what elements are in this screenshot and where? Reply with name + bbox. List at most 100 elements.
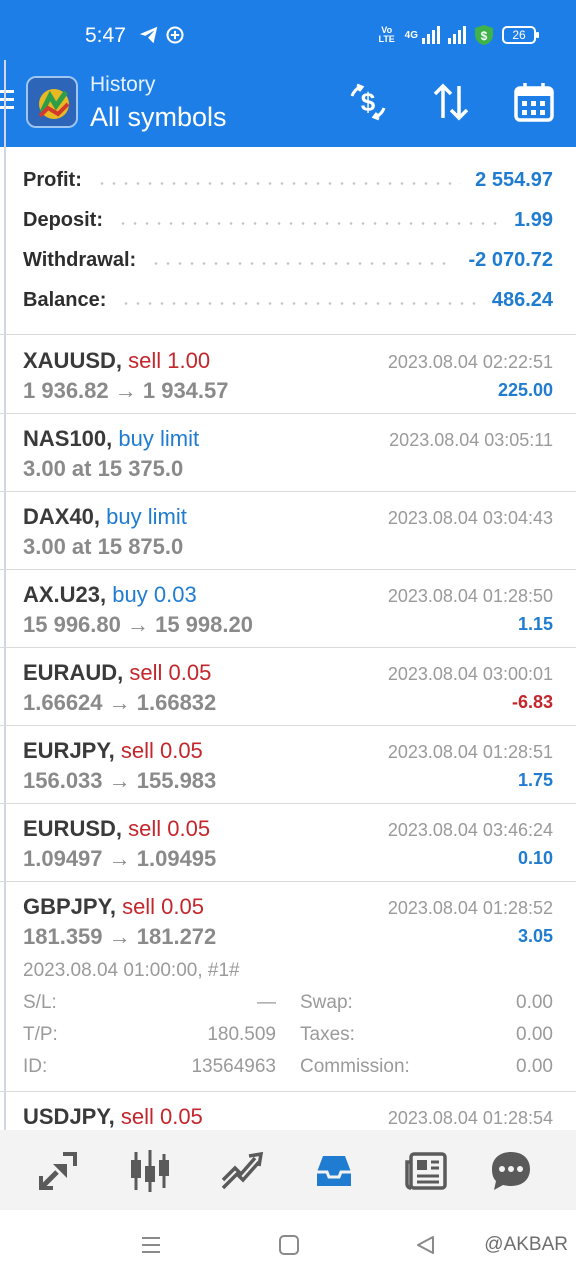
- telegram-icon: [139, 26, 158, 44]
- trade-action: sell 1.00: [128, 348, 211, 373]
- trade-row[interactable]: EURJPY, sell 0.05 156.033 → 155.983 2023.0…: [0, 726, 576, 804]
- open-info: 2023.08.04 01:00:00, #1#: [23, 960, 240, 981]
- recent-apps-icon[interactable]: [140, 1234, 162, 1256]
- trade-action: sell 0.05: [120, 738, 203, 763]
- swap-value: 0.00: [516, 992, 553, 1013]
- trade-prices: 3.00 at 15 875.0: [23, 534, 184, 559]
- trade-action: sell 0.05: [128, 816, 211, 841]
- trade-action: buy limit: [106, 504, 187, 529]
- trade-time: 2023.08.04 01:28:52: [387, 898, 553, 918]
- withdrawal-value: -2 070.72: [468, 248, 553, 271]
- summary-profit-row: Profit: 2 554.97: [0, 160, 576, 200]
- taxes-label: Taxes:: [300, 1024, 355, 1045]
- trade-time: 2023.08.04 03:05:11: [389, 430, 553, 450]
- balance-label: Balance:: [23, 288, 107, 311]
- trade-action: buy 0.03: [112, 582, 197, 607]
- deposit-label: Deposit:: [23, 208, 103, 231]
- trade-prices: 181.359 → 181.272: [23, 924, 217, 949]
- dotted-leader: [120, 301, 478, 305]
- trade-header: EURAUD, sell 0.05: [23, 660, 211, 686]
- trade-symbol: AX.U23,: [23, 582, 107, 607]
- trade-prices: 156.033 → 155.983: [23, 768, 217, 793]
- sort-icon[interactable]: [429, 80, 473, 124]
- trade-profit: 225.00: [497, 380, 553, 400]
- id-value: 13564963: [191, 1056, 276, 1077]
- trade-symbol: NAS100,: [23, 426, 113, 451]
- trade-profit: 1.15: [517, 614, 553, 634]
- profit-value: 2 554.97: [475, 168, 553, 191]
- back-icon[interactable]: [414, 1234, 436, 1256]
- trade-list: XAUUSD, sell 1.00 1 936.82 → 1 934.57 2023…: [0, 336, 576, 1142]
- menu-icon[interactable]: [0, 90, 16, 116]
- trade-row[interactable]: AX.U23, buy 0.03 15 996.80 → 15 998.20 202…: [0, 570, 576, 648]
- trade-icon[interactable]: [219, 1148, 265, 1194]
- trade-symbol: GBPJPY,: [23, 894, 116, 919]
- trade-header: GBPJPY, sell 0.05: [23, 894, 204, 920]
- trade-prices: 1.66624 → 1.66832: [23, 690, 217, 715]
- quotes-icon[interactable]: [35, 1148, 81, 1194]
- trade-prices: 15 996.80 → 15 998.20: [23, 612, 253, 637]
- trade-row[interactable]: EURUSD, sell 0.05 1.09497 → 1.09495 2023.0…: [0, 804, 576, 882]
- trade-time: 2023.08.04 01:28:54: [387, 1108, 553, 1128]
- status-bar: 5:47 Vo LTE 4G $ 26: [0, 0, 576, 60]
- trade-header: DAX40, buy limit: [23, 504, 187, 530]
- top-bar: 5:47 Vo LTE 4G $ 26 History All symbols …: [0, 0, 576, 147]
- trade-row-expanded[interactable]: GBPJPY, sell 0.05 181.359 → 181.272 2023…: [0, 882, 576, 1092]
- chart-icon[interactable]: [127, 1148, 173, 1194]
- bottom-navigation: [0, 1130, 576, 1210]
- trade-row[interactable]: DAX40, buy limit 3.00 at 15 875.0 2023.08.…: [0, 492, 576, 570]
- trade-header: NAS100, buy limit: [23, 426, 199, 452]
- trade-profit: 1.75: [517, 770, 553, 790]
- signal-app-icon: [166, 26, 184, 44]
- calendar-icon[interactable]: [512, 80, 556, 124]
- history-icon[interactable]: [311, 1148, 357, 1194]
- signal-bars-icon: [422, 26, 440, 44]
- withdrawal-label: Withdrawal:: [23, 248, 137, 271]
- news-icon[interactable]: [403, 1148, 449, 1194]
- currency-exchange-icon[interactable]: $: [346, 80, 390, 124]
- watermark: @AKBAR: [484, 1234, 568, 1255]
- summary-balance-row: Balance: 486.24: [0, 280, 576, 320]
- trade-action: buy limit: [118, 426, 200, 451]
- trade-symbol: EURJPY,: [23, 738, 115, 763]
- status-time: 5:47: [85, 24, 126, 47]
- trade-symbol: XAUUSD,: [23, 348, 123, 373]
- sl-value: —: [257, 992, 276, 1013]
- svg-text:$: $: [481, 29, 488, 43]
- trade-row[interactable]: EURAUD, sell 0.05 1.66624 → 1.66832 2023.0…: [0, 648, 576, 726]
- volte-indicator: Vo LTE: [378, 25, 395, 44]
- trade-symbol: EURUSD,: [23, 816, 123, 841]
- trade-header: USDJPY, sell 0.05: [23, 1104, 203, 1130]
- swap-label: Swap:: [300, 992, 353, 1013]
- sl-label: S/L:: [23, 992, 57, 1013]
- trade-time: 2023.08.04 01:28:50: [387, 586, 553, 606]
- summary-deposit-row: Deposit: 1.99: [0, 200, 576, 240]
- detail-row: S/L: — Swap: 0.00: [23, 992, 553, 1022]
- trade-header: EURJPY, sell 0.05: [23, 738, 203, 764]
- dotted-leader: [150, 261, 455, 265]
- screen-title: History: [90, 73, 156, 96]
- trade-time: 2023.08.04 01:28:51: [387, 742, 553, 762]
- trade-header: EURUSD, sell 0.05: [23, 816, 210, 842]
- metatrader-logo-icon[interactable]: [26, 76, 78, 128]
- trade-profit: 3.05: [517, 926, 553, 946]
- taxes-value: 0.00: [516, 1024, 553, 1045]
- symbol-filter[interactable]: All symbols: [90, 102, 227, 133]
- trade-time: 2023.08.04 03:04:43: [387, 508, 553, 528]
- dotted-leader: [95, 181, 462, 185]
- trade-time: 2023.08.04 03:46:24: [387, 820, 553, 840]
- status-right-group: Vo LTE 4G $ 26: [377, 22, 539, 48]
- chat-icon[interactable]: [488, 1148, 534, 1194]
- trade-row[interactable]: XAUUSD, sell 1.00 1 936.82 → 1 934.57 2023…: [0, 336, 576, 414]
- profit-label: Profit:: [23, 168, 82, 191]
- dotted-leader: [117, 221, 501, 225]
- trade-row[interactable]: NAS100, buy limit 3.00 at 15 375.0 2023.08…: [0, 414, 576, 492]
- tp-label: T/P:: [23, 1024, 58, 1045]
- trade-symbol: DAX40,: [23, 504, 101, 529]
- home-icon[interactable]: [278, 1234, 300, 1256]
- history-screen: 5:47 Vo LTE 4G $ 26 History All symbols …: [0, 0, 576, 1280]
- summary-divider: [0, 334, 576, 335]
- detail-row: T/P: 180.509 Taxes: 0.00: [23, 1024, 553, 1054]
- svg-text:$: $: [361, 87, 376, 117]
- signal-bars-2-icon: [448, 26, 466, 44]
